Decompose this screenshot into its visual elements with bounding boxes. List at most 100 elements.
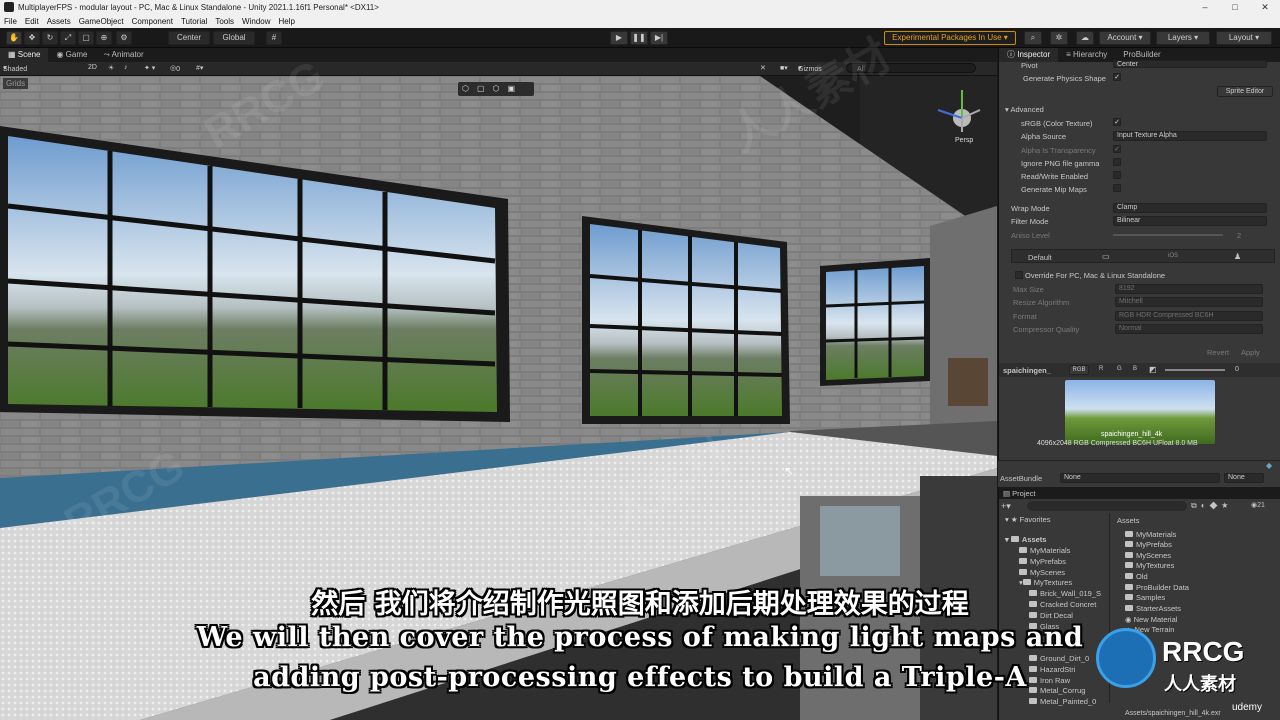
tab-default[interactable]: Default: [1028, 253, 1052, 262]
cloud-icon[interactable]: ☁: [1076, 31, 1094, 45]
channel-r[interactable]: R: [1099, 366, 1103, 372]
alpha-channel-icon[interactable]: ◩: [1149, 365, 1157, 374]
maximize-icon[interactable]: □: [1220, 0, 1250, 14]
hand-tool-icon[interactable]: ✋: [6, 31, 22, 45]
apply-button[interactable]: Apply: [1241, 348, 1260, 357]
tree-item[interactable]: MyPrefabs: [1019, 557, 1066, 566]
read-write-checkbox[interactable]: [1113, 171, 1121, 179]
monitor-icon[interactable]: ▭: [1102, 252, 1110, 261]
mip-value[interactable]: 0: [1235, 366, 1239, 373]
shading-mode-dropdown[interactable]: Shaded ▾: [3, 64, 27, 73]
move-tool-icon[interactable]: ✥: [24, 31, 40, 45]
aniso-value[interactable]: 2: [1237, 231, 1241, 240]
mip-maps-checkbox[interactable]: [1113, 184, 1121, 192]
pivot-dropdown[interactable]: Center: [1113, 60, 1267, 68]
asset-item[interactable]: MyMaterials: [1125, 530, 1176, 539]
asset-item[interactable]: Old: [1125, 572, 1148, 581]
menu-component[interactable]: Component: [128, 17, 177, 26]
mip-slider[interactable]: [1165, 369, 1225, 371]
tag-icon[interactable]: ◆: [1266, 461, 1272, 470]
asset-variant-dropdown[interactable]: None: [1224, 473, 1264, 483]
menu-tutorial[interactable]: Tutorial: [177, 17, 211, 26]
compressor-quality-dropdown[interactable]: Normal: [1115, 324, 1263, 334]
step-button[interactable]: ▶|: [650, 31, 668, 45]
pause-button[interactable]: ❚❚: [630, 31, 648, 45]
tab-scene[interactable]: ▦ Scene: [0, 48, 49, 62]
android-icon[interactable]: ♟: [1234, 252, 1241, 261]
draw-mode-icons[interactable]: ⬡▢⬡▣: [462, 84, 523, 93]
channel-b[interactable]: B: [1133, 366, 1137, 372]
minimize-icon[interactable]: –: [1190, 0, 1220, 14]
tab-inspector[interactable]: ⓘ Inspector: [999, 48, 1059, 62]
revert-button[interactable]: Revert: [1207, 348, 1229, 357]
max-size-dropdown[interactable]: 8192: [1115, 284, 1263, 294]
resize-algorithm-dropdown[interactable]: Mitchell: [1115, 297, 1263, 307]
menu-window[interactable]: Window: [238, 17, 274, 26]
tab-hierarchy[interactable]: ≡ Hierarchy: [1058, 48, 1115, 62]
close-icon[interactable]: ✕: [1250, 0, 1280, 14]
tree-item[interactable]: MyScenes: [1019, 568, 1065, 577]
favorites-label: Favorites: [1019, 515, 1051, 524]
global-button[interactable]: Global: [213, 31, 255, 45]
menu-tools[interactable]: Tools: [211, 17, 238, 26]
tools-icon[interactable]: ✕: [760, 64, 766, 72]
lighting-icon[interactable]: ☀: [108, 64, 114, 72]
layout-dropdown[interactable]: Layout ▾: [1216, 31, 1272, 45]
transform-tool-icon[interactable]: ⊕: [96, 31, 112, 45]
experimental-packages-button[interactable]: Experimental Packages In Use ▾: [884, 31, 1016, 45]
asset-item[interactable]: MyPrefabs: [1125, 540, 1172, 549]
alpha-transparency-checkbox[interactable]: ✓: [1113, 145, 1121, 153]
tree-item[interactable]: MyMaterials: [1019, 546, 1070, 555]
effects-icon[interactable]: ✦ ▾: [144, 64, 155, 72]
tab-animator[interactable]: ⤳ Animator: [95, 48, 151, 62]
rect-tool-icon[interactable]: ▢: [78, 31, 94, 45]
hidden-objects-icon[interactable]: ◎ 0: [170, 64, 180, 73]
project-filter-icons[interactable]: ⧉◐◆★: [1191, 501, 1232, 511]
assets-root-node[interactable]: ▾ Assets: [1005, 535, 1046, 544]
alpha-source-dropdown[interactable]: Input Texture Alpha: [1113, 131, 1267, 141]
eye-icon[interactable]: ◉21: [1251, 501, 1265, 509]
format-dropdown[interactable]: RGB HDR Compressed BC6H: [1115, 311, 1263, 321]
audio-icon[interactable]: ♪: [124, 64, 128, 71]
advanced-foldout[interactable]: ▾ Advanced: [1005, 105, 1044, 114]
collab-icon[interactable]: ✲: [1050, 31, 1068, 45]
srgb-checkbox[interactable]: ✓: [1113, 118, 1121, 126]
menu-edit[interactable]: Edit: [21, 17, 43, 26]
menu-file[interactable]: File: [0, 17, 21, 26]
menu-assets[interactable]: Assets: [43, 17, 75, 26]
aniso-slider[interactable]: [1113, 234, 1223, 236]
tab-ios[interactable]: iOS: [1168, 253, 1178, 259]
wrap-mode-dropdown[interactable]: Clamp: [1113, 203, 1267, 213]
override-checkbox[interactable]: [1015, 271, 1023, 279]
asset-bundle-dropdown[interactable]: None: [1060, 473, 1220, 483]
account-dropdown[interactable]: Account ▾: [1099, 31, 1151, 45]
layers-dropdown[interactable]: Layers ▾: [1156, 31, 1210, 45]
project-tab[interactable]: ▤ Project: [999, 487, 1280, 499]
menu-gameobject[interactable]: GameObject: [75, 17, 128, 26]
scale-tool-icon[interactable]: ⤢: [60, 31, 76, 45]
tree-item[interactable]: Metal_Painted_0: [1029, 697, 1096, 706]
sprite-editor-button[interactable]: Sprite Editor: [1217, 86, 1273, 97]
grid-snap-icon[interactable]: #: [266, 31, 282, 45]
grid-icon[interactable]: #▾: [196, 64, 203, 72]
tab-inspector-label: Inspector: [1017, 50, 1051, 59]
asset-item[interactable]: MyScenes: [1125, 551, 1171, 560]
physics-shape-checkbox[interactable]: ✓: [1113, 73, 1121, 81]
filter-mode-dropdown[interactable]: Bilinear: [1113, 216, 1267, 226]
play-button[interactable]: ▶: [610, 31, 628, 45]
add-icon[interactable]: +▾: [1001, 501, 1011, 512]
persp-label[interactable]: Persp: [955, 137, 973, 144]
channel-g[interactable]: G: [1117, 366, 1122, 372]
2d-toggle[interactable]: 2D: [88, 64, 97, 71]
rotate-tool-icon[interactable]: ↻: [42, 31, 58, 45]
ignore-png-gamma-checkbox[interactable]: [1113, 158, 1121, 166]
pivot-center-button[interactable]: Center: [168, 31, 210, 45]
channel-rgb[interactable]: RGB: [1069, 365, 1089, 375]
custom-tool-icon[interactable]: ⚙: [116, 31, 132, 45]
favorites-node[interactable]: ▾ ★ Favorites: [1005, 515, 1051, 524]
search-icon[interactable]: ⌕: [1024, 31, 1042, 45]
menu-help[interactable]: Help: [275, 17, 299, 26]
project-search-input[interactable]: [1027, 501, 1187, 511]
tab-game[interactable]: ◉ Game: [48, 48, 95, 62]
asset-item[interactable]: MyTextures: [1125, 561, 1174, 570]
